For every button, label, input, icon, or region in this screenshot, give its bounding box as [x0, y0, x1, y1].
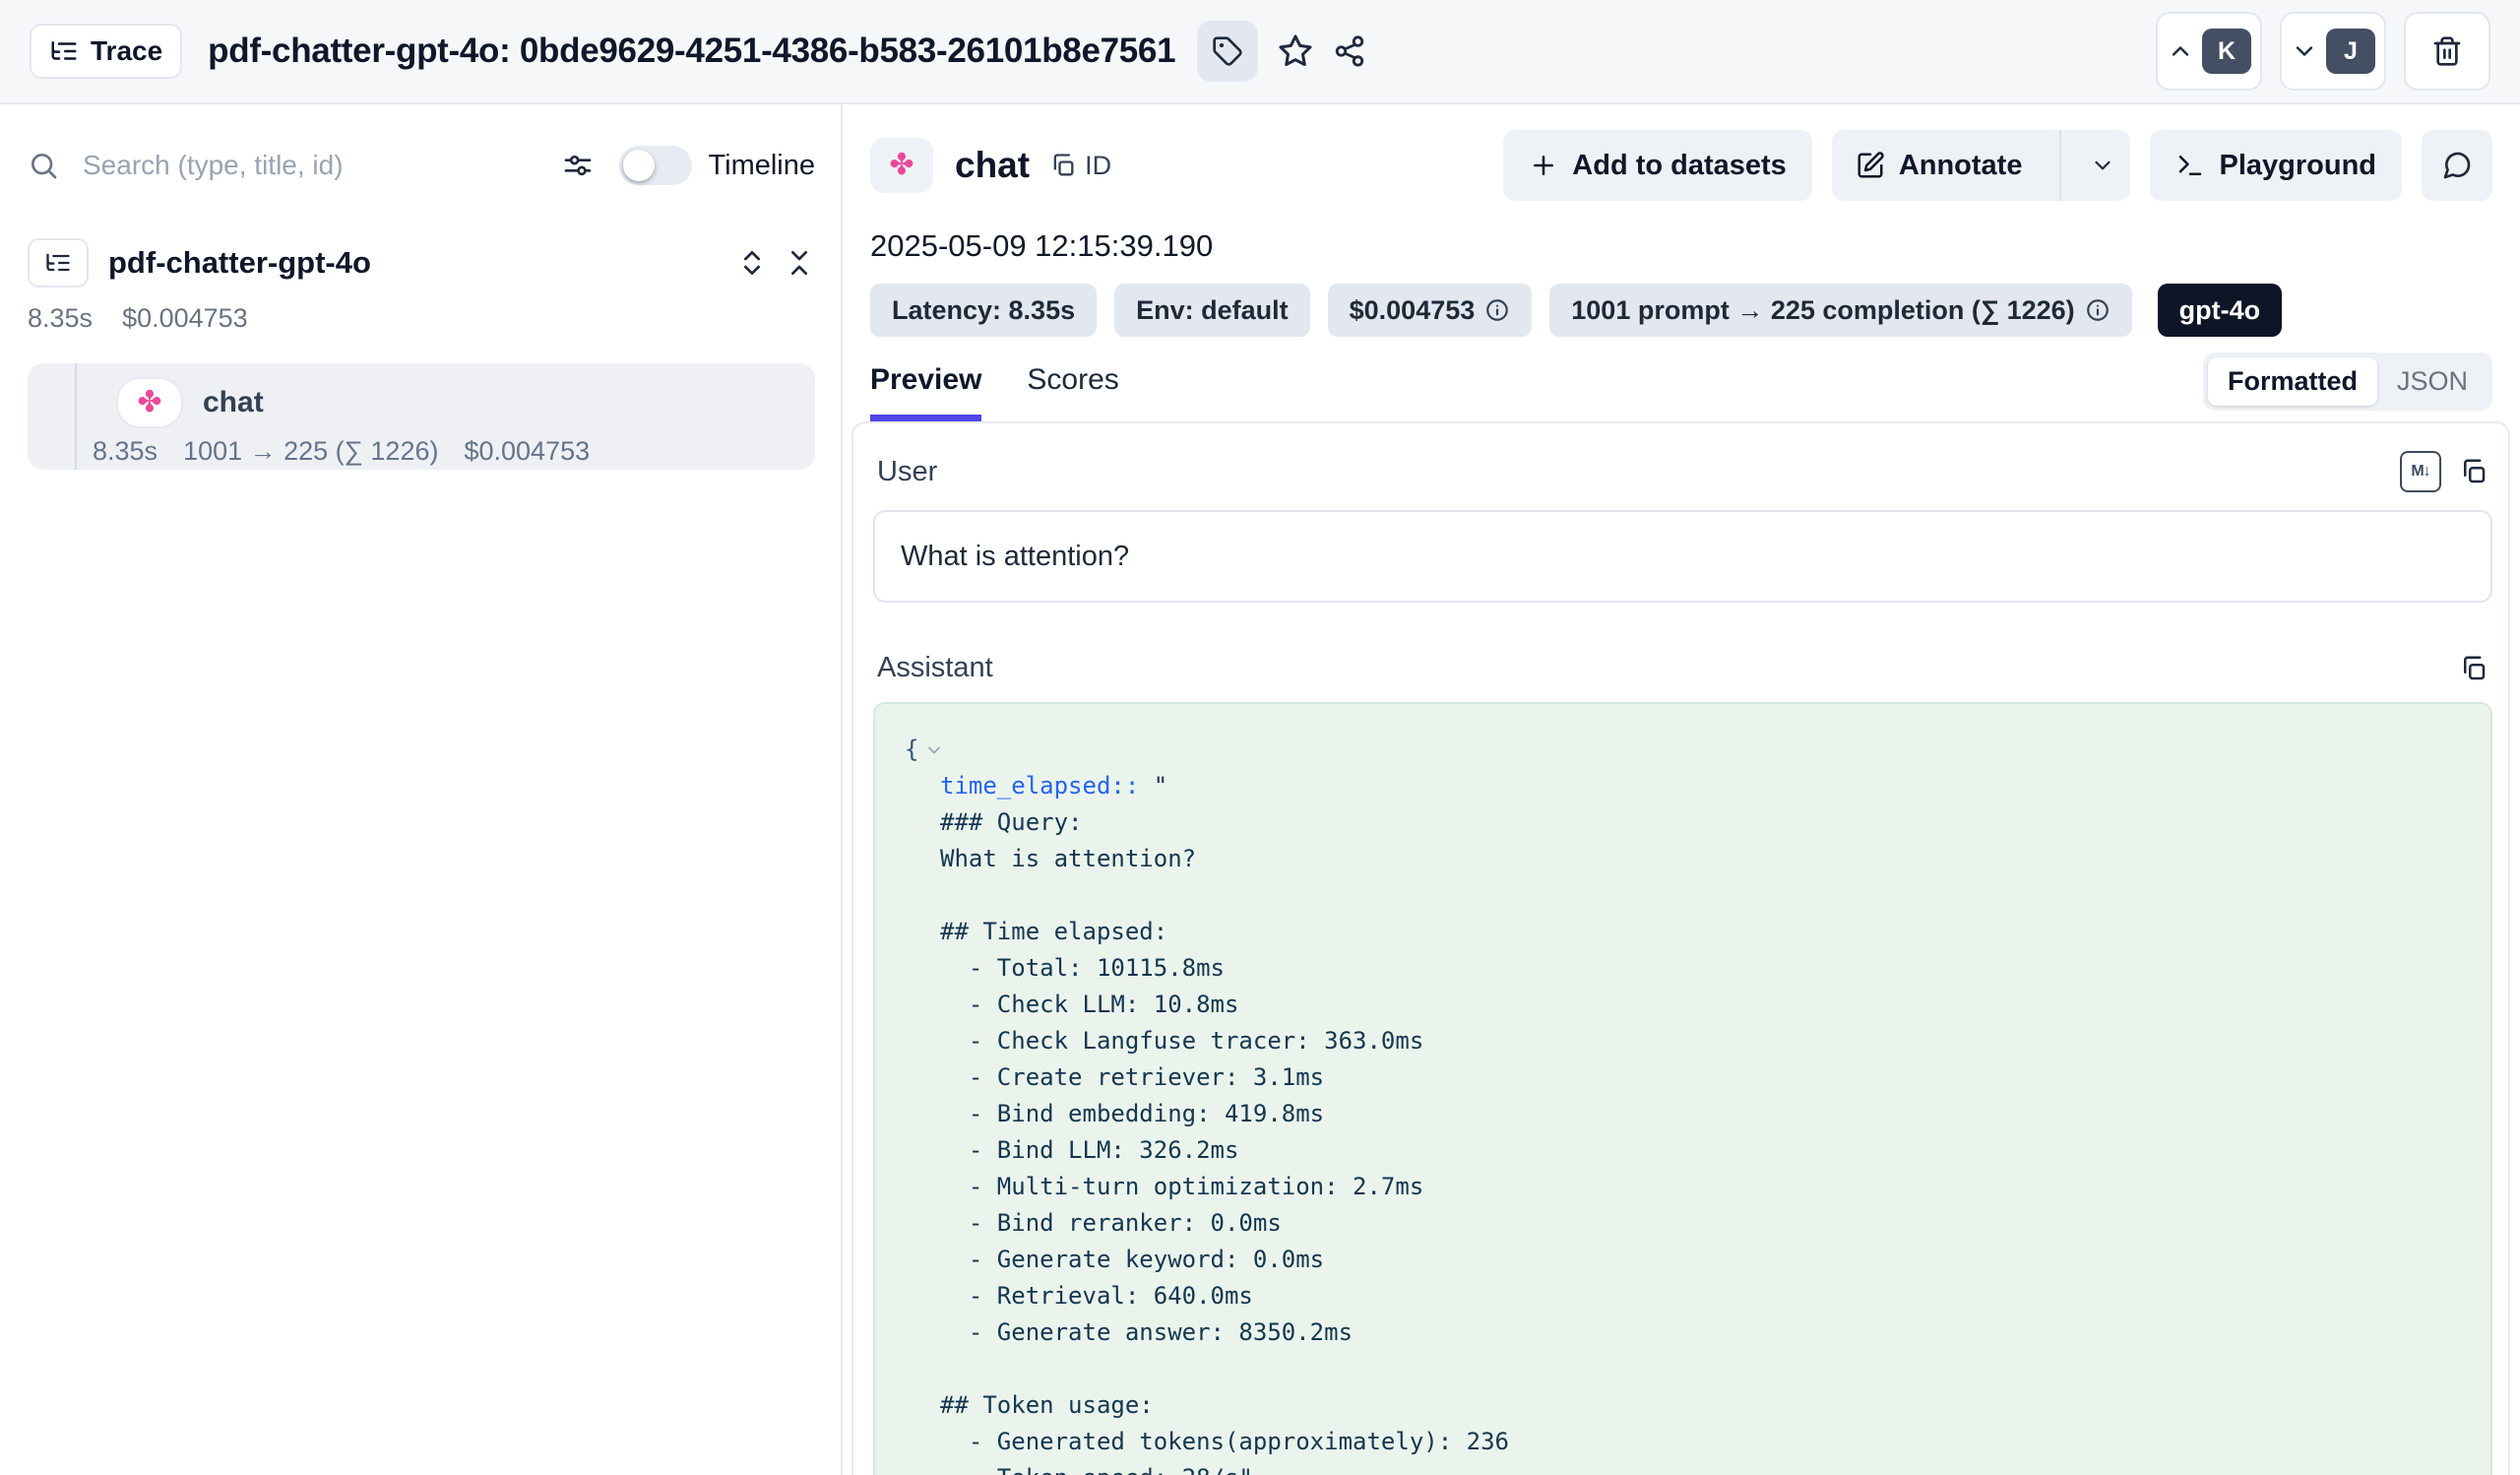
assistant-json-box: { time_elapsed:: " ### Query: What is at… — [873, 702, 2492, 1475]
tab-scores[interactable]: Scores — [1027, 363, 1118, 421]
trace-chip-label: Trace — [91, 35, 162, 67]
info-icon — [1484, 297, 1510, 323]
trace-cost: $0.004753 — [122, 303, 248, 334]
timeline-toggle[interactable] — [619, 146, 692, 185]
sliders-icon — [562, 150, 594, 181]
playground-button[interactable]: Playground — [2150, 130, 2402, 201]
collapse-all-button[interactable] — [784, 247, 815, 279]
square-pen-icon — [1856, 151, 1885, 180]
trace-tree-panel: Timeline pdf-chatter-gpt-4o 8.35s $0.004… — [0, 104, 843, 1475]
shortcut-key-j: J — [2326, 29, 2375, 74]
user-message-text: What is attention? — [901, 541, 1129, 573]
copy-id-button[interactable] — [1049, 152, 1077, 179]
format-option-json[interactable]: JSON — [2377, 357, 2488, 406]
tag-icon — [1212, 35, 1243, 67]
token-usage-badge: 1001 prompt → 225 completion (∑ 1226) — [1549, 284, 2131, 337]
observation-row-chat[interactable]: ✤ chat 8.35s 1001 → 225 (∑ 1226) $0.0047… — [28, 363, 815, 470]
comments-button[interactable] — [2422, 130, 2492, 201]
generation-type-chip: ✤ — [116, 377, 183, 428]
tree-root-row[interactable]: pdf-chatter-gpt-4o — [28, 238, 815, 288]
observation-cost: $0.004753 — [464, 436, 590, 467]
button-divider — [2059, 130, 2061, 201]
id-label: ID — [1085, 151, 1111, 181]
user-message-box: What is attention? — [873, 510, 2492, 603]
timeline-label: Timeline — [708, 150, 815, 182]
add-to-datasets-label: Add to datasets — [1572, 150, 1787, 182]
tab-preview[interactable]: Preview — [870, 363, 981, 421]
plus-icon — [1529, 151, 1558, 180]
json-open-brace: { — [905, 732, 918, 768]
view-options-button[interactable] — [562, 150, 594, 181]
observation-timestamp: 2025-05-09 12:15:39.190 — [870, 228, 2492, 264]
search-icon — [28, 150, 59, 181]
json-collapse-button[interactable] — [924, 740, 944, 760]
observation-title: chat — [955, 145, 1030, 186]
chevron-down-icon — [2090, 153, 2115, 178]
env-badge: Env: default — [1114, 284, 1310, 337]
trace-node-chip — [28, 238, 89, 288]
page-title: pdf-chatter-gpt-4o: 0bde9629-4251-4386-b… — [208, 32, 1175, 71]
latency-badge: Latency: 8.35s — [870, 284, 1097, 337]
share-icon — [1333, 34, 1366, 68]
shortcut-key-k: K — [2202, 29, 2251, 74]
star-icon — [1278, 33, 1313, 69]
playground-label: Playground — [2219, 150, 2376, 182]
trash-icon — [2431, 35, 2463, 67]
model-badge[interactable]: gpt-4o — [2158, 284, 2282, 337]
user-section-label: User — [877, 456, 937, 488]
observation-detail-panel: ✤ chat ID Add to datasets — [843, 104, 2520, 1475]
cost-badge: $0.004753 — [1328, 284, 1533, 337]
markdown-toggle-button[interactable]: M↓ — [2400, 451, 2441, 492]
assistant-json-body: ### Query: What is attention? ## Time el… — [905, 804, 2463, 1475]
annotate-split-button: Annotate — [1832, 130, 2131, 201]
annotate-button[interactable]: Annotate — [1832, 130, 2047, 201]
trace-root-name: pdf-chatter-gpt-4o — [108, 245, 736, 281]
tree-indent-guide — [75, 363, 77, 470]
add-to-datasets-button[interactable]: Add to datasets — [1503, 130, 1812, 201]
top-header: Trace pdf-chatter-gpt-4o: 0bde9629-4251-… — [0, 0, 2520, 104]
terminal-icon — [2175, 151, 2205, 180]
trace-latency: 8.35s — [28, 303, 93, 334]
json-open-quote: " — [1139, 772, 1167, 800]
format-segmented-control: Formatted JSON — [2203, 353, 2492, 411]
chevron-up-icon — [2167, 37, 2194, 65]
bookmark-star-button[interactable] — [1278, 33, 1313, 69]
list-tree-icon — [44, 249, 72, 277]
generation-type-chip: ✤ — [870, 138, 933, 193]
list-tree-icon — [49, 36, 79, 66]
preview-scroll-area[interactable]: User M↓ What is attention? Assistant — [851, 421, 2510, 1475]
tags-button[interactable] — [1197, 21, 1258, 82]
observation-latency: 8.35s — [93, 436, 158, 467]
share-button[interactable] — [1333, 34, 1366, 68]
generation-icon: ✤ — [889, 151, 914, 180]
delete-trace-button[interactable] — [2404, 12, 2490, 91]
next-trace-button[interactable]: J — [2280, 12, 2386, 91]
assistant-section-label: Assistant — [877, 652, 993, 684]
observation-name: chat — [203, 386, 264, 419]
copy-assistant-content-button[interactable] — [2459, 654, 2488, 683]
expand-all-button[interactable] — [736, 247, 768, 279]
chevron-down-icon — [2291, 37, 2318, 65]
toggle-knob — [623, 150, 655, 181]
trace-type-chip: Trace — [30, 24, 182, 79]
format-option-formatted[interactable]: Formatted — [2208, 357, 2377, 406]
annotate-dropdown-button[interactable] — [2075, 130, 2130, 201]
prev-trace-button[interactable]: K — [2156, 12, 2262, 91]
json-key-time-elapsed: time_elapsed:: — [940, 772, 1139, 800]
observation-tokens: 1001 → 225 (∑ 1226) — [183, 436, 438, 467]
copy-user-content-button[interactable] — [2459, 457, 2488, 486]
message-bubble-icon — [2441, 150, 2473, 181]
generation-icon: ✤ — [137, 388, 161, 417]
search-input[interactable] — [81, 149, 562, 182]
annotate-label: Annotate — [1899, 150, 2023, 182]
info-icon — [2085, 297, 2110, 323]
